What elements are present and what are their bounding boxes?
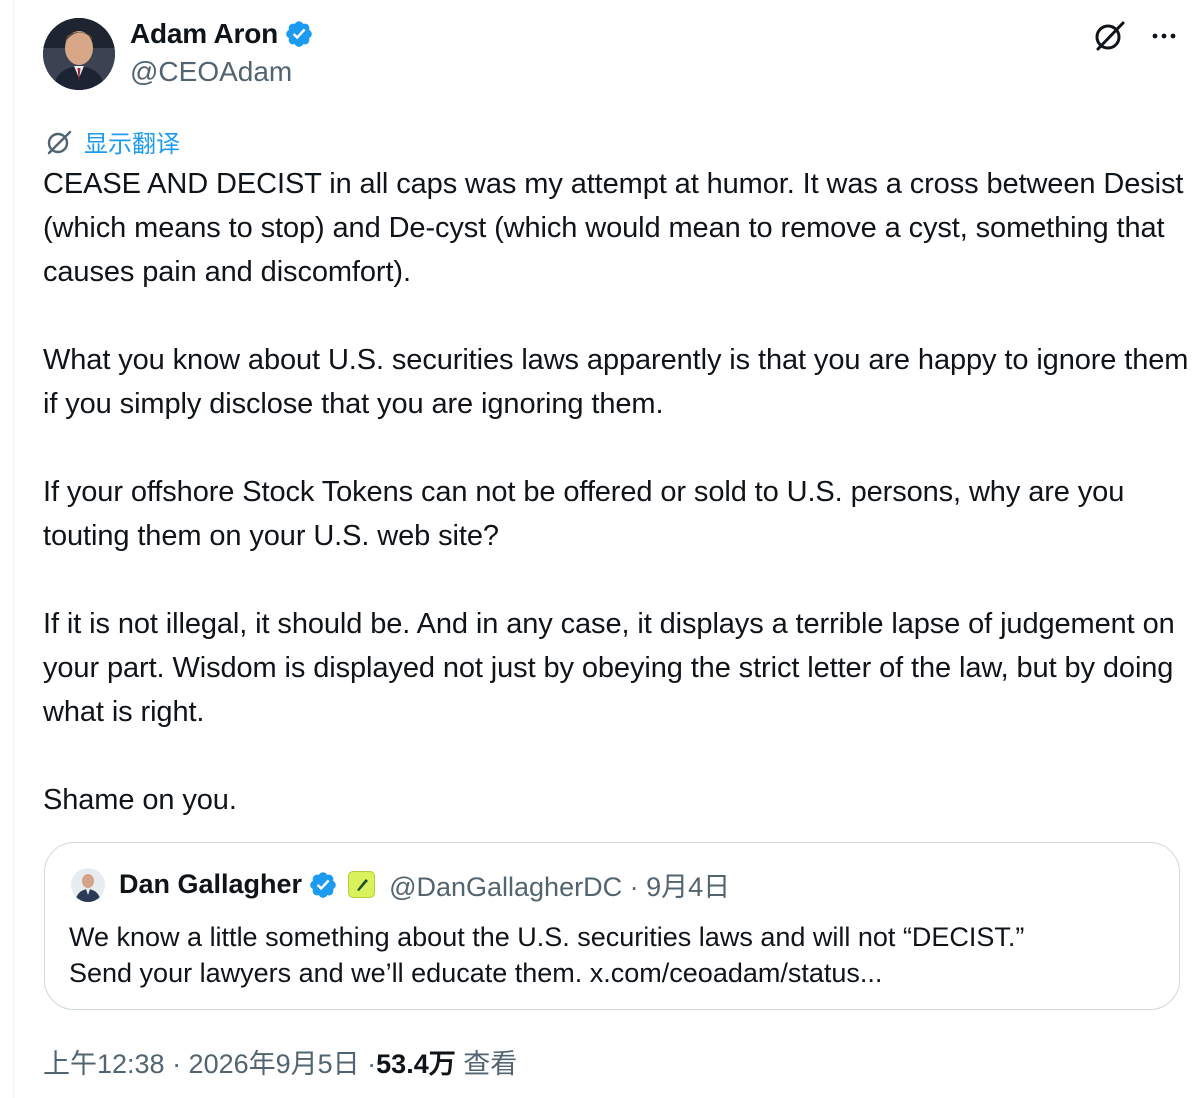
org-badge-icon[interactable] bbox=[348, 871, 376, 898]
author-name[interactable]: Adam Aron bbox=[130, 18, 278, 50]
tweet-timestamp[interactable]: 上午12:38 · 2026年9月5日 · bbox=[43, 1042, 376, 1081]
tweet-text: CEASE AND DECIST in all caps was my atte… bbox=[43, 162, 1193, 866]
verified-badge-icon bbox=[286, 21, 312, 47]
show-translation-link[interactable]: 显示翻译 bbox=[44, 124, 180, 159]
translate-icon bbox=[47, 130, 72, 154]
tweet-meta: 上午12:38 · 2026年9月5日 · 53.4万 查看 bbox=[43, 1042, 517, 1081]
tweet-paragraph: Shame on you. bbox=[43, 784, 237, 816]
more-icon[interactable] bbox=[1146, 18, 1182, 54]
view-count: 53.4万 bbox=[376, 1049, 456, 1079]
view-count-label: 查看 bbox=[455, 1049, 518, 1079]
tweet-actions-top bbox=[1092, 18, 1182, 54]
quoted-text-line: Send your lawyers and we’ll educate them… bbox=[69, 958, 883, 988]
author-avatar[interactable] bbox=[43, 18, 115, 90]
verified-badge-icon bbox=[310, 871, 336, 898]
tweet-paragraph: If your offshore Stock Tokens can not be… bbox=[43, 476, 1125, 552]
author-handle[interactable]: @CEOAdam bbox=[130, 56, 292, 88]
show-translation-label: 显示翻译 bbox=[84, 131, 180, 158]
quoted-tweet-header: Dan Gallagher @DanGallagherDC · 9月4日 bbox=[71, 865, 730, 904]
author-name-row: Adam Aron bbox=[130, 18, 314, 50]
tweet-paragraph: CEASE AND DECIST in all caps was my atte… bbox=[43, 168, 1184, 288]
tweet-paragraph: What you know about U.S. securities laws… bbox=[43, 344, 1189, 420]
quoted-text-line: We know a little something about the U.S… bbox=[69, 922, 1025, 952]
quoted-tweet-card[interactable]: Dan Gallagher @DanGallagherDC · 9月4日 We … bbox=[44, 842, 1180, 1010]
tweet-paragraph: If it is not illegal, it should be. And … bbox=[43, 608, 1175, 728]
quoted-author-name[interactable]: Dan Gallagher bbox=[119, 869, 302, 900]
quoted-author-avatar[interactable] bbox=[71, 867, 105, 902]
timeline-divider bbox=[13, 0, 14, 1098]
quoted-tweet-text: We know a little something about the U.S… bbox=[69, 919, 1149, 991]
grok-icon[interactable] bbox=[1092, 18, 1128, 54]
quoted-handle-date: @DanGallagherDC · 9月4日 bbox=[389, 872, 731, 902]
